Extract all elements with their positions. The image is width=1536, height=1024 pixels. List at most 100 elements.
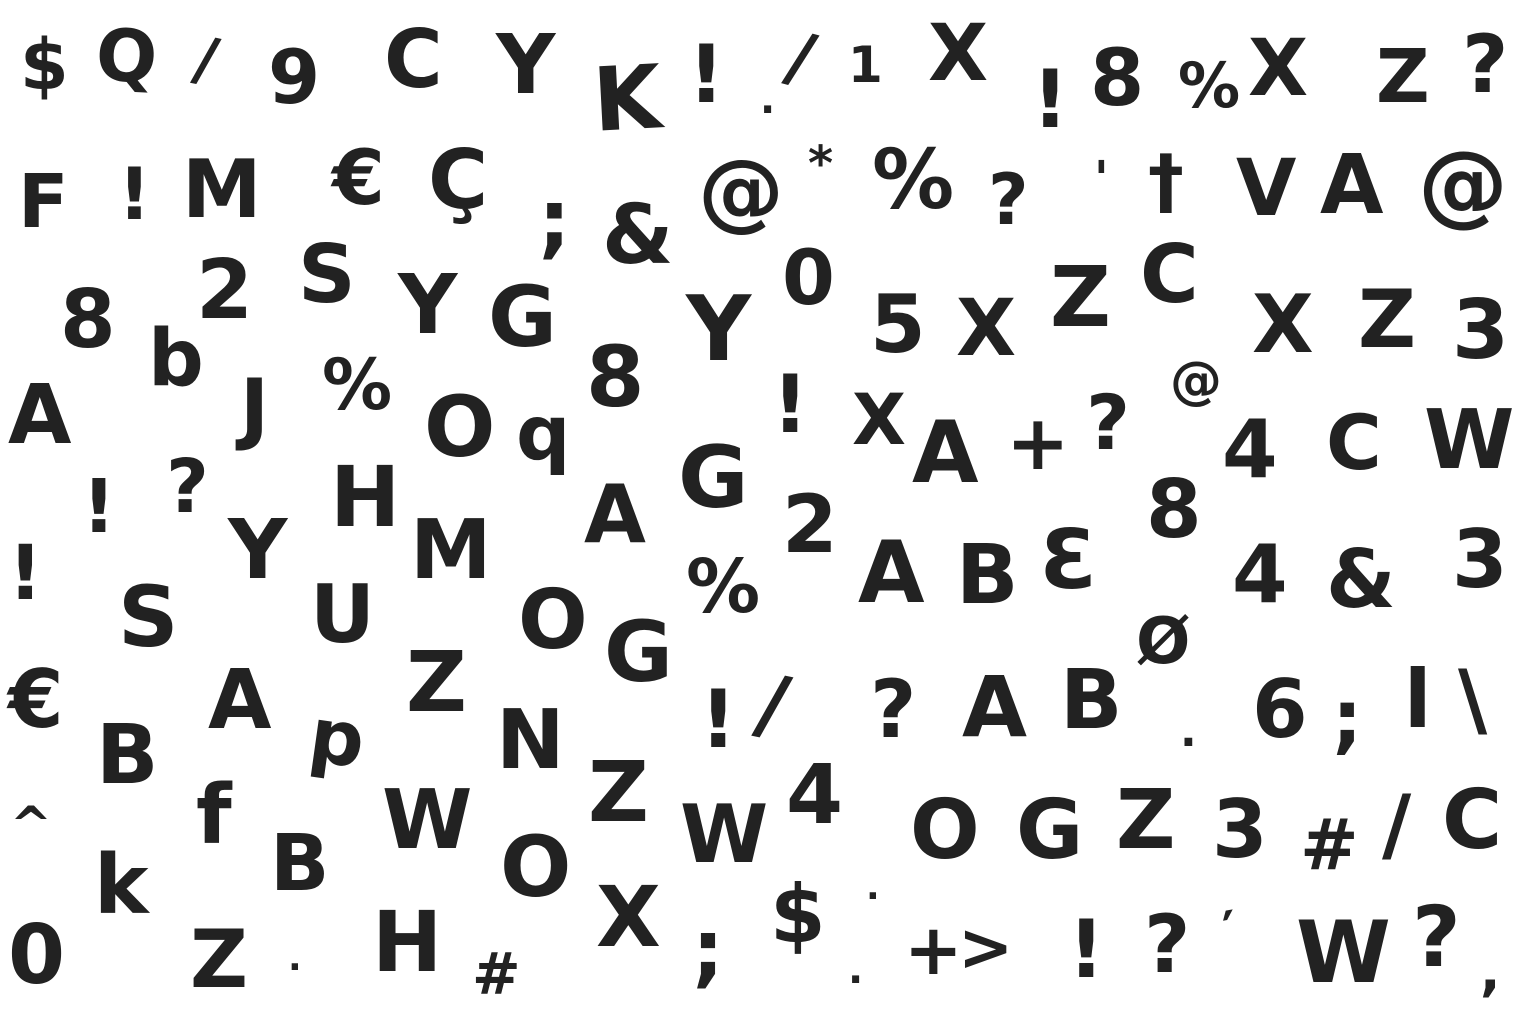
- glyph: Z: [1116, 773, 1176, 868]
- glyph: ;: [538, 173, 571, 268]
- glyph: Y: [228, 503, 288, 598]
- glyph: W: [382, 773, 473, 868]
- glyph: A: [208, 653, 272, 748]
- glyph: B: [956, 528, 1019, 623]
- glyph: k: [94, 838, 149, 933]
- glyph: 4: [786, 748, 844, 843]
- glyph: U: [310, 568, 375, 661]
- glyph: A: [8, 368, 72, 463]
- glyph: Y: [496, 18, 556, 113]
- glyph: +: [904, 909, 963, 991]
- glyph: 1: [848, 36, 883, 94]
- glyph: @: [1170, 351, 1222, 411]
- glyph: G: [604, 603, 673, 701]
- glyph: †: [1148, 139, 1184, 223]
- glyph: X: [1252, 278, 1314, 371]
- glyph: 8: [586, 328, 645, 426]
- glyph: O: [424, 378, 496, 476]
- glyph: %: [686, 544, 761, 630]
- glyph: ?: [1462, 18, 1509, 111]
- glyph: !: [118, 152, 151, 236]
- glyph: ;: [1332, 673, 1363, 762]
- glyph: 6: [1252, 663, 1308, 756]
- glyph: Z: [588, 743, 649, 841]
- glyph: M: [410, 503, 492, 598]
- glyph: Ɛ: [1040, 513, 1098, 608]
- glyph: !: [8, 528, 43, 617]
- glyph: #: [472, 940, 521, 1008]
- glyph: ?: [870, 663, 917, 756]
- glyph: .: [760, 77, 776, 123]
- glyph: X: [596, 868, 661, 966]
- glyph: X: [1248, 24, 1309, 114]
- glyph: A: [912, 403, 979, 503]
- glyph: S: [118, 568, 179, 666]
- glyph: C: [384, 13, 443, 106]
- glyph: Ø: [1136, 605, 1191, 679]
- glyph: J: [240, 364, 270, 454]
- glyph: B: [270, 819, 330, 909]
- glyph: M: [182, 143, 262, 236]
- glyph: f: [196, 768, 232, 863]
- glyph: Z: [406, 633, 467, 731]
- glyph: X: [852, 379, 906, 461]
- glyph: X: [928, 9, 989, 99]
- glyph: ?: [988, 159, 1029, 241]
- glyph: ·: [288, 947, 302, 988]
- glyph: ′: [1218, 900, 1243, 962]
- glyph: /: [748, 655, 797, 754]
- glyph: 3: [1212, 783, 1268, 876]
- glyph: 5: [870, 278, 926, 371]
- glyph: H: [330, 448, 401, 546]
- glyph: 0: [8, 908, 66, 1003]
- glyph: 9: [268, 33, 321, 121]
- glyph: ?: [1412, 888, 1461, 986]
- glyph: G: [488, 268, 557, 366]
- glyph: @: [1418, 132, 1508, 237]
- glyph: Ç: [428, 133, 489, 228]
- glyph: .: [848, 947, 864, 993]
- glyph: ,: [1480, 940, 1501, 1003]
- glyph: >: [958, 909, 1014, 986]
- glyph: Y: [686, 277, 752, 382]
- alphanumeric-symbol-sheet: $ Q/9 C Y K!./1 X! 8% X Z? F! M € Ç; & @ *%? ' † V A @8 b 2 S Y G…: [0, 0, 1536, 1024]
- glyph: .: [1180, 706, 1197, 757]
- glyph: A: [584, 468, 646, 561]
- glyph: O: [500, 818, 572, 916]
- glyph: Z: [1050, 248, 1111, 346]
- glyph: A: [858, 523, 925, 623]
- glyph: W: [680, 788, 769, 881]
- glyph: ;: [692, 903, 724, 996]
- glyph: G: [678, 428, 749, 528]
- glyph: C: [1140, 228, 1199, 321]
- glyph: ^: [10, 796, 52, 854]
- glyph: 0: [782, 233, 835, 322]
- glyph: C: [1442, 773, 1503, 868]
- glyph: !: [700, 673, 737, 766]
- glyph: 2: [782, 478, 838, 571]
- glyph: %: [1178, 49, 1241, 122]
- glyph: X: [956, 284, 1017, 374]
- glyph: #: [1300, 804, 1359, 886]
- glyph: .: [866, 867, 880, 908]
- glyph: 3: [1452, 283, 1510, 378]
- glyph: W: [1424, 393, 1515, 488]
- glyph: K: [590, 45, 664, 152]
- glyph: p: [304, 689, 371, 786]
- glyph: $: [770, 868, 826, 961]
- glyph: N: [496, 693, 565, 788]
- glyph: 3: [1452, 513, 1508, 606]
- glyph: 4: [1232, 528, 1288, 621]
- glyph: l: [1404, 653, 1432, 746]
- glyph: !: [688, 28, 725, 121]
- glyph: 8: [1090, 34, 1145, 124]
- glyph: 8: [60, 273, 116, 366]
- glyph: V: [1236, 144, 1297, 234]
- glyph: !: [1032, 53, 1069, 146]
- glyph: Z: [1358, 273, 1417, 366]
- glyph: Z: [1376, 34, 1430, 120]
- glyph: $: [20, 24, 69, 106]
- glyph: O: [518, 573, 588, 668]
- glyph: S: [298, 228, 356, 321]
- glyph: Q: [93, 12, 160, 100]
